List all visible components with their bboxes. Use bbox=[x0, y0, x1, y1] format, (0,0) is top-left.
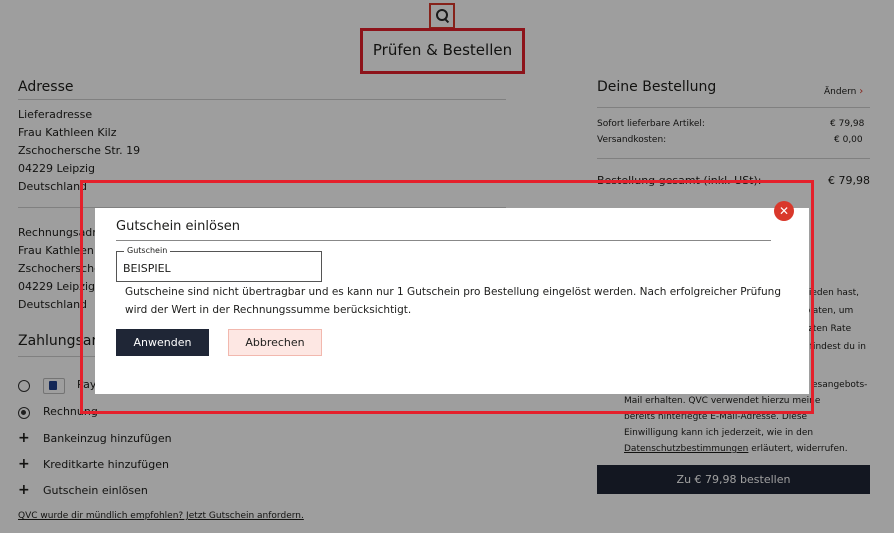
voucher-input[interactable] bbox=[123, 262, 313, 275]
modal-divider bbox=[116, 240, 771, 241]
voucher-field-label: Gutschein bbox=[124, 246, 171, 255]
apply-button[interactable]: Anwenden bbox=[116, 329, 209, 356]
modal-title: Gutschein einlösen bbox=[116, 219, 240, 234]
close-icon[interactable]: ✕ bbox=[774, 201, 794, 221]
voucher-info-text: Gutscheine sind nicht übertragbar und es… bbox=[125, 286, 781, 316]
cancel-button[interactable]: Abbrechen bbox=[228, 329, 322, 356]
voucher-modal: Gutschein einlösen ✕ Gutschein Gutschein… bbox=[95, 201, 809, 394]
voucher-field[interactable]: Gutschein bbox=[116, 246, 322, 282]
